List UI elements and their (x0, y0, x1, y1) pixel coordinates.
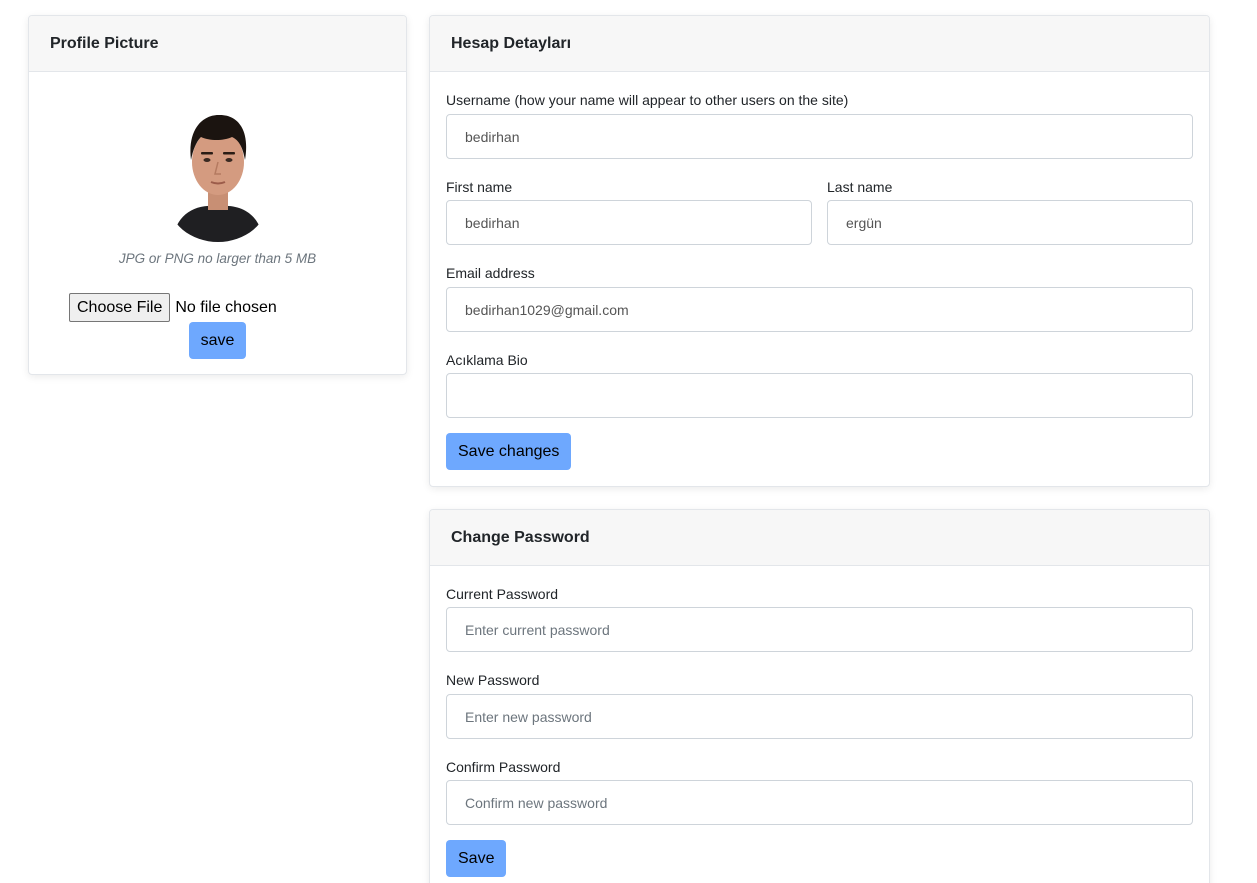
save-password-button[interactable]: Save (446, 840, 507, 877)
account-details-card: Hesap Detayları Username (how your name … (429, 15, 1210, 487)
profile-picture-title: Profile Picture (29, 16, 406, 72)
last-name-input[interactable]: ergün (827, 200, 1193, 245)
current-password-label: Current Password (446, 586, 559, 602)
first-name-label: First name (446, 179, 513, 195)
email-input[interactable]: bedirhan1029@gmail.com (446, 287, 1193, 332)
last-name-label: Last name (827, 179, 893, 195)
change-password-title: Change Password (430, 510, 1209, 566)
choose-file-button[interactable]: Choose File (69, 293, 171, 322)
file-status: No file chosen (175, 298, 277, 316)
change-password-card: Change Password Current Password New Pas… (429, 509, 1210, 883)
confirm-password-input[interactable] (446, 780, 1193, 825)
username-input[interactable]: bedirhan (446, 114, 1193, 159)
email-label: Email address (446, 265, 535, 281)
bio-input[interactable] (446, 373, 1193, 418)
new-password-input[interactable] (446, 694, 1193, 739)
new-password-label: New Password (446, 672, 540, 688)
file-size-hint: JPG or PNG no larger than 5 MB (118, 251, 317, 266)
file-input[interactable]: Choose File No file chosen (69, 293, 277, 322)
current-password-input[interactable] (446, 607, 1193, 652)
avatar (168, 110, 268, 242)
save-changes-button[interactable]: Save changes (446, 433, 572, 470)
bio-label: Acıklama Bio (446, 352, 528, 368)
profile-picture-card: Profile Picture JPG or PNG no larger tha… (28, 15, 407, 375)
account-details-title: Hesap Detayları (430, 16, 1209, 72)
save-picture-button[interactable]: save (189, 322, 246, 359)
confirm-password-label: Confirm Password (446, 759, 561, 775)
username-label: Username (how your name will appear to o… (446, 92, 849, 108)
first-name-input[interactable]: bedirhan (446, 200, 812, 245)
